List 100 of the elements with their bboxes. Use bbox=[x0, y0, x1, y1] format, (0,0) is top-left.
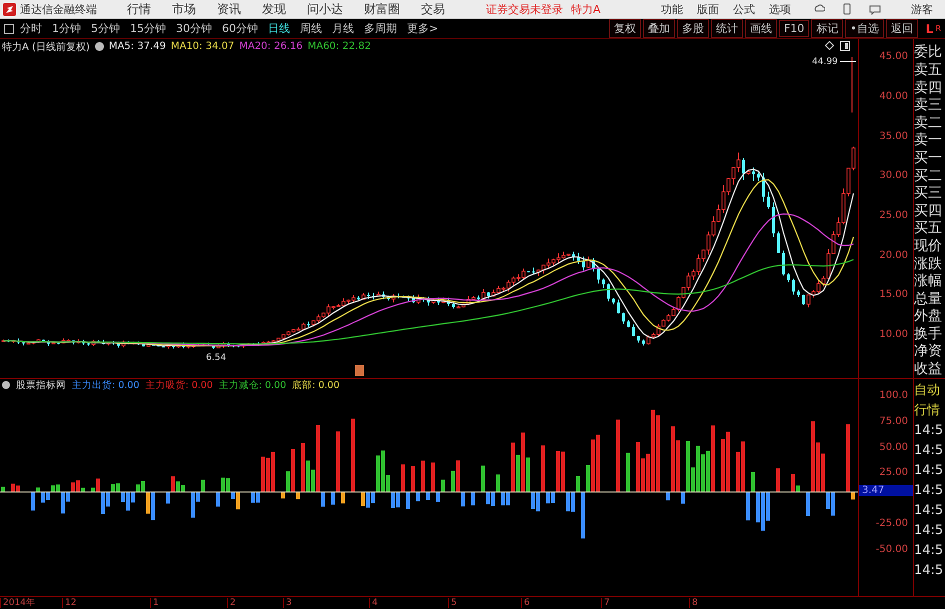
indicator-value: 主力出货: 0.00 bbox=[72, 378, 140, 392]
collapse-icon[interactable] bbox=[2, 381, 10, 390]
quote-field-label: 涨幅 bbox=[914, 273, 943, 291]
period-tab[interactable]: 日线 bbox=[268, 21, 290, 36]
quote-field-label: 买四 bbox=[914, 202, 943, 220]
quote-field-label: 换手 bbox=[914, 326, 943, 344]
user-label[interactable]: 游客 bbox=[911, 2, 933, 17]
quote-field-label: 买三 bbox=[914, 185, 943, 203]
quote-field-label: 收益 bbox=[914, 361, 943, 378]
toolbar-button[interactable]: •自选 bbox=[845, 19, 884, 38]
menu-item[interactable]: 版面 bbox=[697, 2, 719, 17]
period-tab[interactable]: 30分钟 bbox=[176, 21, 212, 36]
price-axis-label: 20.00 bbox=[879, 250, 908, 261]
date-axis-label: 3 bbox=[283, 598, 292, 608]
menu-item[interactable]: 问小达 bbox=[307, 0, 343, 18]
indicator-axis-label: 100.0 bbox=[879, 390, 908, 402]
leader-line bbox=[840, 61, 856, 62]
price-axis-label: 15.00 bbox=[879, 289, 908, 300]
menu-item[interactable]: 发现 bbox=[262, 0, 286, 18]
stock-name: 特力A bbox=[571, 2, 601, 17]
toolbar-button[interactable]: 标记 bbox=[811, 19, 844, 38]
collapse-icon[interactable] bbox=[94, 42, 104, 52]
diamond-icon[interactable] bbox=[825, 41, 834, 50]
date-axis-label: 1 bbox=[150, 598, 159, 608]
quote-field-label: 卖三 bbox=[914, 97, 943, 115]
menu-item[interactable]: 选项 bbox=[769, 2, 791, 17]
toolbar-button[interactable]: 返回 bbox=[886, 19, 918, 38]
trade-time: 14:5 bbox=[914, 422, 944, 440]
menu-item[interactable]: 功能 bbox=[661, 2, 683, 17]
quote-field-label: 总量 bbox=[914, 290, 943, 308]
phone-icon[interactable] bbox=[841, 3, 853, 16]
price-axis-label: 25.00 bbox=[879, 210, 908, 221]
menu-item[interactable]: 财富圈 bbox=[364, 0, 400, 18]
date-axis-label: 2 bbox=[227, 598, 236, 608]
price-axis-label: 10.00 bbox=[879, 328, 908, 340]
quote-field-label: 涨跌 bbox=[914, 256, 943, 274]
price-axis-label: 30.00 bbox=[879, 170, 908, 182]
period-tab[interactable]: 多周期 bbox=[364, 21, 397, 36]
window-icon[interactable] bbox=[4, 24, 14, 34]
indicator-axis-label: -50.00 bbox=[876, 544, 908, 555]
price-axis-label: 40.00 bbox=[879, 91, 908, 102]
current-value-label: 3.47 bbox=[859, 485, 913, 496]
period-tab[interactable]: 60分钟 bbox=[222, 21, 258, 36]
toolbar-button[interactable]: F10 bbox=[778, 20, 810, 38]
menu-item[interactable]: 市场 bbox=[172, 0, 196, 18]
trade-time: 14:5 bbox=[914, 502, 944, 520]
menu-item[interactable]: 资讯 bbox=[217, 0, 241, 18]
toolbar-button[interactable]: 叠加 bbox=[642, 19, 675, 38]
high-price-label: 44.99 bbox=[812, 57, 838, 68]
period-tab[interactable]: 分时 bbox=[20, 21, 42, 36]
period-tab[interactable]: 更多> bbox=[407, 21, 438, 36]
side-tab[interactable]: 自动 bbox=[914, 381, 945, 402]
quote-field-label: 净资 bbox=[914, 343, 943, 362]
period-tab[interactable]: 1分钟 bbox=[52, 21, 81, 36]
quote-field-label: 买五 bbox=[914, 220, 943, 238]
trade-time: 14:5 bbox=[914, 482, 944, 500]
trade-time: 14:5 bbox=[914, 442, 944, 460]
indicator-value: 主力吸货: 0.00 bbox=[145, 378, 213, 392]
side-tab[interactable]: 行情 bbox=[914, 401, 945, 422]
period-tab[interactable]: 月线 bbox=[332, 21, 354, 36]
quote-field-label: 现价 bbox=[914, 238, 943, 256]
side-tab[interactable]: R bbox=[935, 24, 941, 34]
menu-item[interactable]: 行情 bbox=[127, 0, 151, 18]
panel-icon[interactable] bbox=[840, 41, 850, 52]
trade-time: 14:5 bbox=[914, 562, 944, 580]
period-tab[interactable]: 5分钟 bbox=[91, 21, 120, 36]
indicator-axis-label: 75.00 bbox=[879, 416, 908, 427]
date-axis-label: 7 bbox=[601, 598, 610, 608]
quote-field-label: 卖四 bbox=[914, 80, 943, 98]
toolbar-button[interactable]: 多股 bbox=[676, 19, 709, 38]
toolbar-button[interactable]: 复权 bbox=[608, 19, 641, 38]
login-notice[interactable]: 证券交易未登录 bbox=[486, 2, 563, 17]
chat-icon[interactable] bbox=[869, 3, 881, 16]
toolbar-button[interactable]: 统计 bbox=[710, 19, 743, 38]
price-axis-label: 35.00 bbox=[879, 130, 908, 142]
ma-value: MA5: 37.49 bbox=[108, 41, 166, 52]
menu-item[interactable]: 公式 bbox=[733, 2, 755, 17]
ma-value: MA10: 34.07 bbox=[170, 41, 234, 52]
quote-field-label: 买二 bbox=[914, 168, 943, 186]
price-axis-label: 45.00 bbox=[879, 51, 908, 62]
indicator-title: 股票指标网 bbox=[16, 378, 66, 392]
quote-field-label: 外盘 bbox=[914, 308, 943, 326]
toolbar-button[interactable]: 画线 bbox=[744, 19, 777, 38]
event-marker-icon[interactable] bbox=[355, 365, 364, 376]
period-tab[interactable]: 周线 bbox=[300, 21, 322, 36]
indicator-value: 主力减仓: 0.00 bbox=[218, 378, 286, 392]
low-price-label: 6.54 bbox=[206, 353, 226, 364]
ma-value: MA60: 22.82 bbox=[308, 41, 371, 52]
date-axis-label: 12 bbox=[62, 598, 76, 608]
date-axis-label: 2014年 bbox=[0, 598, 35, 608]
ma-value: MA20: 26.16 bbox=[239, 41, 303, 52]
menu-item[interactable]: 交易 bbox=[421, 0, 445, 18]
indicator-value: 底部: 0.00 bbox=[292, 378, 340, 392]
date-axis-label: 4 bbox=[369, 598, 378, 608]
stock-title: 特力A (日线前复权) bbox=[2, 40, 90, 54]
quote-field-label: 卖五 bbox=[914, 62, 943, 80]
period-tab[interactable]: 15分钟 bbox=[130, 21, 166, 36]
date-axis-label: 6 bbox=[521, 598, 530, 608]
side-tab[interactable]: L bbox=[926, 22, 934, 36]
quote-field-label: 卖一 bbox=[914, 132, 943, 150]
